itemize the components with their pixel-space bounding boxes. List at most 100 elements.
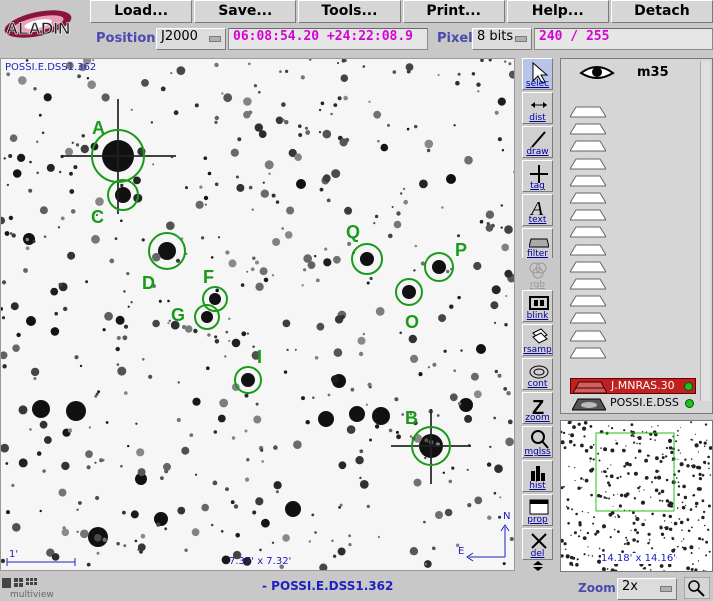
- star: [39, 420, 48, 429]
- print-menu[interactable]: Print...: [402, 0, 505, 23]
- star: [708, 467, 710, 470]
- zoom-select[interactable]: 2x: [617, 578, 677, 600]
- empty-plane-icon[interactable]: [570, 209, 606, 221]
- star: [338, 506, 341, 509]
- star: [243, 97, 252, 106]
- save-menu[interactable]: Save...: [194, 0, 297, 23]
- stack-scrollbar[interactable]: [700, 61, 710, 401]
- fov-label: 7.37' x 7.32': [229, 556, 292, 567]
- star: [96, 551, 100, 555]
- star: [609, 474, 614, 479]
- star: [214, 339, 220, 344]
- layer-catalog[interactable]: J.MNRAS.30: [570, 378, 696, 394]
- frame-select[interactable]: J2000: [156, 28, 226, 50]
- star: [272, 238, 281, 246]
- thumbnail-view[interactable]: 14.18' x 14.16': [560, 420, 713, 572]
- eye-icon[interactable]: [579, 63, 615, 83]
- star: [689, 508, 693, 511]
- tool-rsamp-button[interactable]: rsamp: [522, 324, 553, 356]
- star: [678, 571, 680, 572]
- star: [61, 461, 70, 471]
- tool-select-button[interactable]: selec: [522, 58, 553, 90]
- star: [30, 367, 40, 377]
- coordinates-field[interactable]: 06:08:54.20 +24:22:08.9: [228, 28, 428, 50]
- star: [301, 396, 305, 401]
- tools-menu[interactable]: Tools...: [298, 0, 401, 23]
- tool-del-button[interactable]: del: [522, 528, 553, 560]
- star: [366, 504, 370, 509]
- star: [500, 204, 503, 207]
- star: [587, 512, 589, 514]
- tool-filter-button[interactable]: filter: [522, 228, 553, 260]
- empty-plane-icon[interactable]: [570, 244, 606, 256]
- star: [225, 487, 229, 491]
- star: [215, 288, 219, 293]
- empty-plane-icon[interactable]: [570, 175, 606, 187]
- empty-plane-icon[interactable]: [570, 140, 606, 152]
- star: [59, 170, 62, 174]
- tool-text-button[interactable]: Atext: [522, 194, 553, 226]
- load-menu[interactable]: Load...: [90, 0, 193, 23]
- star: [636, 540, 639, 543]
- star: [126, 272, 130, 276]
- empty-plane-icon[interactable]: [570, 347, 606, 359]
- star: [657, 425, 659, 427]
- star: [410, 354, 419, 363]
- toolbar-scroll[interactable]: [530, 560, 546, 572]
- star: [587, 546, 589, 548]
- help-menu[interactable]: Help...: [506, 0, 609, 23]
- empty-plane-icon[interactable]: [570, 278, 606, 290]
- star: [664, 526, 666, 529]
- star: [633, 528, 637, 532]
- empty-plane-icon[interactable]: [570, 106, 606, 118]
- tool-prop-button[interactable]: prop: [522, 494, 553, 526]
- sky-view[interactable]: A B C D F G I O P Q POSSI.E.DSS1.362 1' …: [0, 58, 515, 571]
- empty-plane-icon[interactable]: [570, 192, 606, 204]
- empty-plane-icon[interactable]: [570, 158, 606, 170]
- star: [648, 539, 651, 541]
- star: [634, 515, 637, 517]
- star: [493, 491, 497, 495]
- tool-tag-button[interactable]: tag: [522, 160, 553, 192]
- star: [707, 528, 710, 531]
- tool-zoom-button[interactable]: Zzoom: [522, 392, 553, 424]
- empty-plane-icon[interactable]: [570, 312, 606, 324]
- layer-image[interactable]: POSSI.E.DSS: [570, 396, 696, 412]
- tool-rgb-button[interactable]: rgb: [522, 258, 553, 290]
- star: [248, 62, 251, 66]
- tool-draw-button[interactable]: draw: [522, 126, 553, 158]
- star: [230, 148, 239, 157]
- empty-plane-icon[interactable]: [570, 123, 606, 135]
- star: [137, 543, 146, 552]
- star: [679, 452, 681, 454]
- detach-button[interactable]: Detach: [610, 0, 713, 23]
- empty-plane-icon[interactable]: [570, 330, 606, 342]
- star: [479, 219, 484, 224]
- tool-mglss-button[interactable]: mglss: [522, 426, 553, 458]
- star: [275, 200, 280, 204]
- star: [402, 187, 406, 191]
- star: [51, 553, 60, 561]
- star: [26, 316, 36, 326]
- empty-plane-icon[interactable]: [570, 226, 606, 238]
- tool-cont-button[interactable]: cont: [522, 358, 553, 390]
- star: [563, 542, 567, 546]
- zoom-out-icon[interactable]: [684, 577, 710, 599]
- position-label: Position: [96, 31, 156, 46]
- tool-blink-button[interactable]: blink: [522, 290, 553, 322]
- pixel-depth-select[interactable]: 8 bits: [472, 28, 532, 50]
- star: [703, 441, 707, 445]
- star: [694, 501, 699, 506]
- star: [704, 423, 708, 426]
- rgb-icon: [529, 262, 547, 279]
- star: [207, 333, 211, 337]
- empty-plane-icon[interactable]: [570, 261, 606, 273]
- star: [259, 548, 262, 552]
- tool-dist-button[interactable]: dist: [522, 92, 553, 124]
- empty-plane-icon[interactable]: [570, 295, 606, 307]
- multiview-icon[interactable]: [2, 576, 42, 590]
- star: [130, 301, 133, 304]
- star: [124, 391, 128, 395]
- star: [395, 430, 399, 434]
- tool-hist-button[interactable]: hist: [522, 460, 553, 492]
